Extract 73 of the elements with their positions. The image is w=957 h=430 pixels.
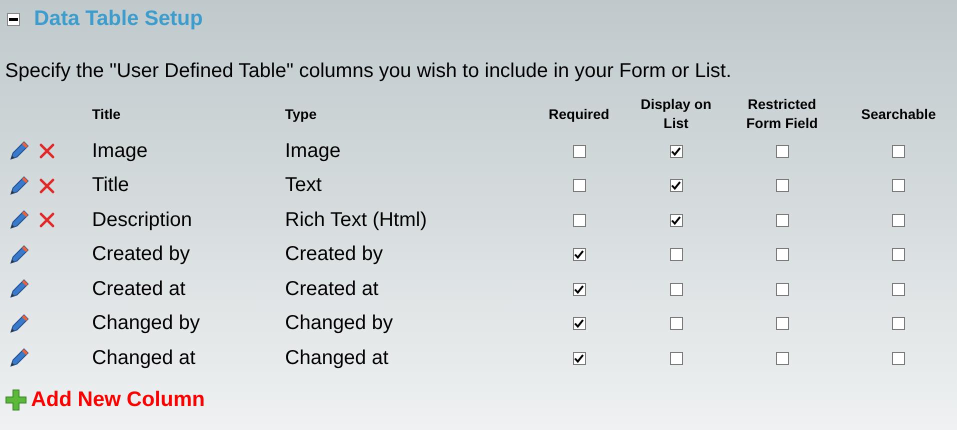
pencil-icon — [8, 312, 30, 335]
intro-text: Specify the "User Defined Table" columns you wish to include in your Form or List. — [5, 59, 732, 83]
checkbox[interactable] — [892, 282, 905, 296]
column-header: Required — [548, 104, 610, 124]
pencil-icon — [8, 244, 30, 266]
checkbox[interactable] — [670, 214, 682, 227]
table-cell-text: Rich Text (Html) — [284, 208, 427, 232]
pencil-icon — [8, 174, 30, 197]
edit-button[interactable] — [8, 347, 30, 370]
checkbox[interactable] — [572, 352, 586, 365]
edit-button[interactable] — [8, 209, 30, 232]
column-header: Searchable — [861, 104, 936, 124]
checkbox[interactable] — [892, 144, 905, 158]
checkbox[interactable] — [670, 144, 682, 158]
edit-button[interactable] — [8, 278, 30, 300]
checkbox[interactable] — [776, 179, 788, 192]
edit-button[interactable] — [8, 174, 30, 197]
checkbox[interactable] — [670, 282, 682, 296]
table-cell-text: Title — [91, 174, 130, 198]
section-title: Data Table Setup — [34, 7, 203, 31]
checkbox[interactable] — [670, 352, 682, 365]
checkbox[interactable] — [892, 317, 905, 330]
checkbox[interactable] — [572, 214, 586, 227]
column-header: Display on List — [640, 95, 712, 133]
table-cell-text: Changed by — [91, 312, 200, 336]
edit-button[interactable] — [8, 312, 30, 335]
table-cell-text: Created by — [284, 243, 383, 266]
delete-button[interactable] — [38, 142, 56, 160]
pencil-icon — [8, 140, 30, 162]
delete-icon — [38, 176, 56, 195]
edit-button[interactable] — [8, 244, 30, 266]
pencil-icon — [8, 209, 30, 232]
checkbox[interactable] — [572, 317, 586, 330]
column-header: Title — [92, 104, 121, 124]
table-cell-text: Changed at — [284, 346, 388, 370]
checkbox[interactable] — [776, 282, 788, 296]
table-cell-text: Created at — [91, 278, 186, 301]
table-cell-text: Created by — [91, 243, 190, 266]
collapse-button[interactable] — [7, 12, 20, 26]
table-cell-text: Text — [284, 174, 322, 198]
checkbox[interactable] — [892, 352, 905, 365]
checkbox[interactable] — [670, 179, 682, 192]
checkbox[interactable] — [892, 214, 905, 227]
table-cell-text: Image — [91, 140, 148, 163]
checkbox[interactable] — [776, 144, 788, 158]
checkbox[interactable] — [572, 144, 586, 158]
delete-button[interactable] — [38, 211, 56, 230]
add-column-link[interactable]: Add New Column — [31, 388, 205, 412]
checkbox[interactable] — [670, 317, 682, 330]
checkbox[interactable] — [776, 352, 788, 365]
checkbox[interactable] — [670, 248, 682, 262]
plus-icon — [5, 388, 27, 410]
checkbox[interactable] — [892, 248, 905, 262]
edit-button[interactable] — [8, 140, 30, 162]
checkbox[interactable] — [776, 317, 788, 330]
delete-icon — [38, 211, 56, 230]
table-cell-text: Description — [91, 208, 192, 232]
table-cell-text: Changed at — [91, 346, 196, 370]
pencil-icon — [8, 278, 30, 300]
table-cell-text: Image — [284, 140, 341, 163]
table-cell-text: Created at — [284, 278, 378, 301]
checkbox[interactable] — [892, 179, 905, 192]
delete-button[interactable] — [38, 176, 56, 195]
checkbox[interactable] — [776, 214, 788, 227]
checkbox[interactable] — [776, 248, 788, 262]
column-header: Type — [285, 104, 317, 124]
checkbox[interactable] — [572, 282, 586, 296]
pencil-icon — [8, 347, 30, 370]
column-header: Restricted Form Field — [745, 95, 819, 133]
delete-icon — [38, 142, 56, 160]
checkbox[interactable] — [572, 179, 586, 192]
checkbox[interactable] — [572, 248, 586, 262]
table-cell-text: Changed by — [284, 312, 393, 336]
